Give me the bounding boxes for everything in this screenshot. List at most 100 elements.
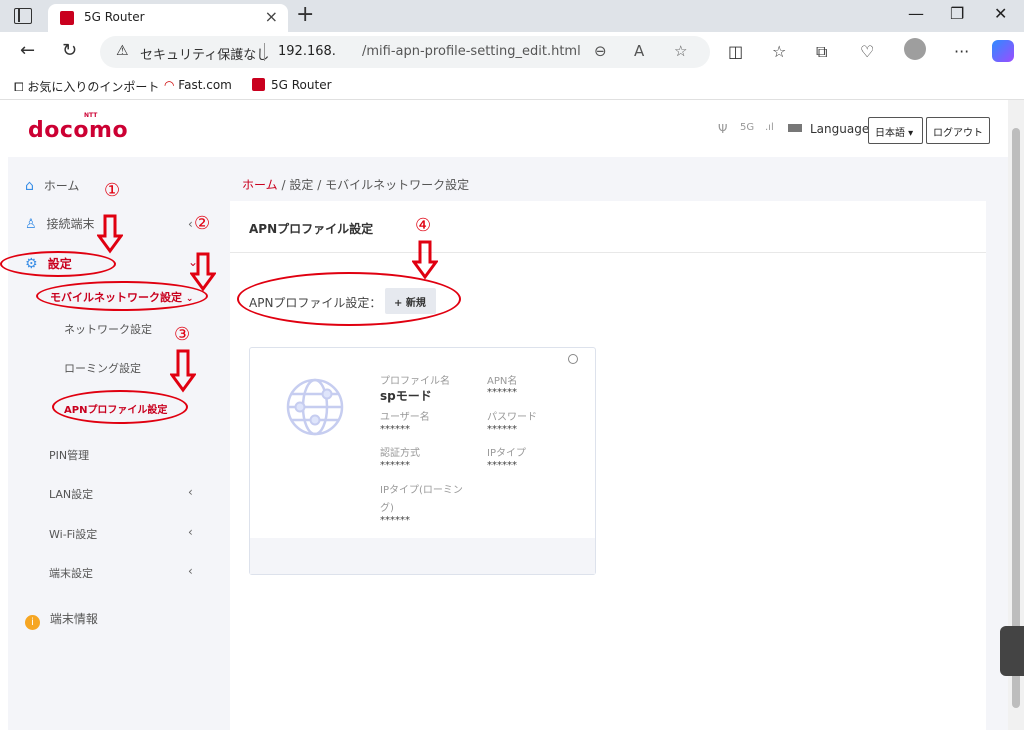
user-name-value: ******: [380, 424, 410, 435]
annotation-arrow-3: [170, 349, 196, 393]
teamviewer-widget-icon[interactable]: [1000, 626, 1024, 676]
sidebar-item-device-info[interactable]: i 端末情報: [25, 610, 98, 630]
favorite-fastcom[interactable]: ◠ Fast.com: [164, 78, 232, 92]
chevron-left-icon: ‹: [188, 564, 193, 578]
sidebar-item-lan[interactable]: LAN設定: [49, 486, 93, 502]
annotation-number-4: ④: [415, 215, 432, 236]
tab-close-icon[interactable]: ×: [265, 7, 278, 26]
address-bar[interactable]: ⚠ セキュリティ保護なし 192.168. /mifi-apn-profile-…: [100, 36, 710, 68]
favorites-icon[interactable]: ☆: [772, 42, 786, 61]
sidebar-item-home[interactable]: ⌂ ホーム: [25, 177, 79, 194]
security-status: セキュリティ保護なし: [140, 48, 270, 63]
restore-icon[interactable]: ❐: [950, 4, 964, 23]
import-icon: ⧠: [14, 80, 28, 94]
favorite-import[interactable]: ⧠ お気に入りのインポート: [14, 78, 159, 95]
address-divider: [264, 43, 265, 61]
profile-card[interactable]: プロファイル名 spモード APN名 ****** ユーザー名 ****** パ…: [249, 347, 596, 575]
home-icon: ⌂: [25, 178, 34, 194]
auth-label: 認証方式: [380, 448, 420, 459]
docomo-favicon-icon: [252, 78, 265, 91]
favorites-bar: ⧠ お気に入りのインポート ◠ Fast.com 5G Router: [0, 72, 1024, 100]
card-divider: [230, 252, 986, 253]
network-type: 5G: [740, 122, 755, 133]
globe-icon: [286, 378, 344, 436]
app-header: NTT docomo Ψ 5G .ıl Language 日本語 ▾ ログアウト: [0, 100, 1024, 157]
favorite-5g-router[interactable]: 5G Router: [252, 78, 332, 92]
annotation-arrow-1: [97, 214, 123, 254]
warning-icon[interactable]: ⚠: [116, 43, 129, 59]
signal-icon: .ıl: [765, 122, 774, 133]
info-icon: i: [25, 615, 40, 630]
chevron-left-icon: ‹: [188, 217, 193, 231]
tab-actions-icon[interactable]: [14, 8, 32, 24]
annotation-number-2: ②: [194, 213, 211, 234]
annotation-arrow-2: [190, 252, 216, 292]
profile-name-value: spモード: [380, 389, 432, 403]
chevron-left-icon: ‹: [188, 485, 193, 499]
network-icon: ♙: [25, 217, 37, 232]
breadcrumb-separator: /: [281, 178, 286, 192]
user-name-label: ユーザー名: [380, 412, 430, 423]
main-content: ホーム / 設定 / モバイルネットワーク設定 APNプロファイル設定 APNプ…: [208, 157, 1008, 730]
annotation-arrow-4: [412, 240, 438, 280]
docomo-favicon-icon: [60, 11, 74, 25]
language-label: Language: [810, 122, 870, 136]
read-aloud-icon[interactable]: A: [634, 42, 644, 60]
zoom-icon[interactable]: ⊖: [594, 42, 607, 60]
usb-icon: Ψ: [718, 122, 728, 136]
favorite-star-icon[interactable]: ☆: [674, 42, 687, 60]
fastcom-icon: ◠: [164, 78, 179, 92]
sidebar-item-roaming[interactable]: ローミング設定: [64, 360, 141, 376]
minimize-icon[interactable]: —: [908, 4, 924, 23]
annotation-ellipse-apn: [52, 390, 188, 424]
docomo-logo: docomo: [28, 118, 129, 143]
battery-icon: [788, 124, 802, 132]
ip-type-value: ******: [487, 460, 517, 471]
url-host: 192.168.: [278, 44, 336, 59]
more-options-icon[interactable]: ···: [954, 42, 969, 61]
apn-name-value: ******: [487, 387, 517, 398]
tab-title: 5G Router: [84, 10, 145, 24]
sidebar-item-network-settings[interactable]: ネットワーク設定: [64, 321, 152, 337]
sidebar-item-device-settings[interactable]: 端末設定: [49, 565, 93, 581]
collections-icon[interactable]: ⧉: [816, 42, 827, 62]
scroll-thumb[interactable]: [1012, 128, 1020, 708]
copilot-icon[interactable]: [992, 40, 1014, 62]
breadcrumb: ホーム / 設定 / モバイルネットワーク設定: [242, 176, 469, 193]
browser-essentials-icon[interactable]: ♡: [860, 42, 874, 61]
password-label: パスワード: [487, 412, 537, 423]
annotation-number-1: ①: [104, 180, 121, 201]
breadcrumb-settings: 設定: [289, 178, 314, 192]
url-path: /mifi-apn-profile-setting_edit.html: [362, 44, 581, 59]
close-window-icon[interactable]: ✕: [994, 4, 1007, 23]
sidebar-item-pin[interactable]: PIN管理: [49, 447, 89, 463]
browser-tab[interactable]: 5G Router ×: [48, 4, 288, 32]
sidebar-item-wifi[interactable]: Wi-Fi設定: [49, 526, 97, 542]
profile-radio[interactable]: [568, 354, 578, 364]
logout-button[interactable]: ログアウト: [926, 117, 990, 144]
new-tab-icon[interactable]: +: [296, 2, 314, 27]
language-button[interactable]: 日本語 ▾: [868, 117, 923, 144]
back-icon[interactable]: ←: [20, 40, 35, 61]
split-screen-icon[interactable]: ◫: [728, 42, 743, 61]
profile-avatar[interactable]: [904, 38, 926, 60]
annotation-ellipse-mobile-network: [36, 281, 208, 311]
breadcrumb-separator: /: [317, 178, 322, 192]
password-value: ******: [487, 424, 517, 435]
breadcrumb-home[interactable]: ホーム: [242, 178, 278, 192]
sidebar-item-devices[interactable]: ♙ 接続端末: [25, 215, 95, 232]
reload-icon[interactable]: ↻: [62, 40, 77, 61]
ip-roaming-label-cont: グ): [380, 503, 394, 514]
chevron-left-icon: ‹: [188, 525, 193, 539]
profile-name-label: プロファイル名: [380, 376, 450, 387]
ip-roaming-value: ******: [380, 515, 410, 526]
browser-nav-bar: ← ↻ ⚠ セキュリティ保護なし 192.168. /mifi-apn-prof…: [0, 32, 1024, 72]
browser-tab-bar: 5G Router × + — ❐ ✕: [0, 0, 1024, 32]
ip-roaming-label: IPタイプ(ローミン: [380, 485, 463, 496]
annotation-ellipse-settings: [0, 251, 116, 277]
apn-name-label: APN名: [487, 376, 518, 387]
annotation-ellipse-new: [237, 272, 461, 326]
annotation-number-3: ③: [174, 324, 191, 345]
ip-type-label: IPタイプ: [487, 448, 526, 459]
breadcrumb-mobile-network: モバイルネットワーク設定: [325, 178, 470, 192]
